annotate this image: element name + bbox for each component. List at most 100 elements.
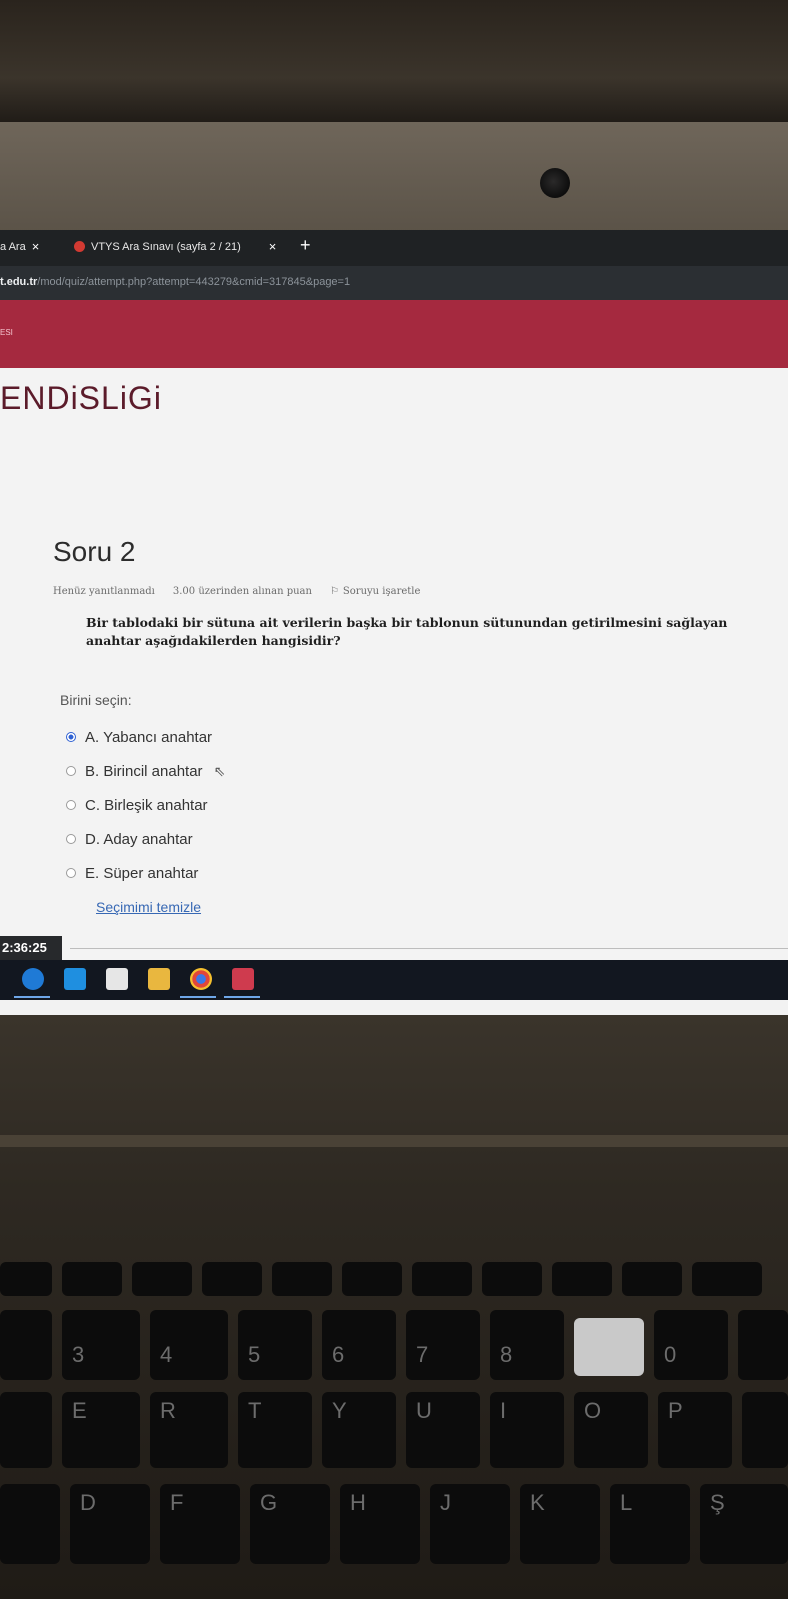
radio-button[interactable]	[66, 834, 76, 844]
active-indicator	[224, 996, 260, 998]
quiz-timer: 2:36:25	[0, 936, 62, 960]
question-points: 3.00 üzerinden alınan puan	[172, 586, 312, 597]
keyboard-key	[202, 1262, 262, 1296]
keyboard-key: K	[520, 1484, 600, 1564]
webcam	[540, 168, 570, 198]
keyboard-key	[0, 1484, 60, 1564]
option-label[interactable]: C. Birleşik anahtar	[85, 797, 208, 814]
mail-icon[interactable]	[64, 968, 86, 990]
radio-button[interactable]	[66, 800, 76, 810]
address-bar[interactable]: t.edu.tr/mod/quiz/attempt.php?attempt=44…	[0, 266, 788, 300]
clear-choice-link[interactable]: Seçimimi temizle	[96, 899, 201, 915]
keyboard-key: H	[340, 1484, 420, 1564]
keyboard-key: 0	[654, 1310, 728, 1380]
keyboard-key: R	[150, 1392, 228, 1468]
keyboard-key: 7	[406, 1310, 480, 1380]
keyboard-key: J	[430, 1484, 510, 1564]
keyboard-key: Y	[322, 1392, 396, 1468]
media-icon[interactable]	[232, 968, 254, 990]
header-text: ESI	[0, 328, 13, 337]
keyboard-key: D	[70, 1484, 150, 1564]
keyboard-key: P	[658, 1392, 732, 1468]
url-path: /mod/quiz/attempt.php?attempt=443279&cmi…	[37, 276, 351, 288]
option-label[interactable]: B. Birincil anahtar	[85, 763, 203, 780]
keyboard-key	[62, 1262, 122, 1296]
close-icon[interactable]: ×	[32, 239, 40, 254]
keyboard-key	[552, 1262, 612, 1296]
answer-option-a[interactable]: A. Yabancı anahtar	[66, 720, 225, 754]
key-label: 8	[500, 1342, 513, 1367]
keyboard-key: E	[62, 1392, 140, 1468]
key-label: R	[160, 1398, 176, 1423]
keyboard-key	[0, 1262, 52, 1296]
radio-button[interactable]	[66, 868, 76, 878]
key-label: F	[170, 1490, 184, 1515]
key-label: T	[248, 1398, 262, 1423]
keyboard-key	[342, 1262, 402, 1296]
keyboard-key	[692, 1262, 762, 1296]
browser-tab[interactable]: a Ara ×	[0, 239, 39, 254]
key-label: G	[260, 1490, 278, 1515]
keyboard-key: 5	[238, 1310, 312, 1380]
favicon-icon	[74, 241, 85, 252]
chrome-icon[interactable]	[190, 968, 212, 990]
answer-option-b[interactable]: B. Birincil anahtar ⇖	[66, 754, 225, 788]
question-status: Henüz yanıtlanmadı	[53, 586, 155, 597]
laptop-lid	[0, 122, 788, 232]
keyboard-edge	[0, 1135, 788, 1147]
keyboard-key	[0, 1392, 52, 1468]
folder-icon[interactable]	[148, 968, 170, 990]
key-label: 7	[416, 1342, 429, 1367]
key-label: J	[440, 1490, 451, 1515]
keyboard-key	[412, 1262, 472, 1296]
store-icon[interactable]	[106, 968, 128, 990]
keyboard-key	[742, 1392, 788, 1468]
windows-taskbar	[0, 960, 788, 1000]
keyboard-key: U	[406, 1392, 480, 1468]
keyboard-key	[272, 1262, 332, 1296]
key-label: E	[72, 1398, 87, 1423]
answer-options: A. Yabancı anahtar B. Birincil anahtar ⇖…	[66, 720, 225, 890]
key-label: K	[530, 1490, 545, 1515]
tab-label: VTYS Ara Sınavı (sayfa 2 / 21)	[91, 240, 241, 253]
option-label[interactable]: A. Yabancı anahtar	[85, 729, 212, 746]
flag-label: Soruyu işaretle	[342, 586, 421, 597]
keyboard-key	[738, 1310, 788, 1380]
keyboard-key: L	[610, 1484, 690, 1564]
key-label: D	[80, 1490, 96, 1515]
keyboard-key	[482, 1262, 542, 1296]
key-label: 3	[72, 1342, 85, 1367]
key-label: P	[668, 1398, 683, 1423]
mouse-pointer-icon: ⇖	[213, 762, 226, 779]
browser-tab-active[interactable]: VTYS Ara Sınavı (sayfa 2 / 21) ×	[74, 239, 276, 254]
option-label[interactable]: E. Süper anahtar	[85, 865, 198, 882]
url-domain: t.edu.tr	[0, 276, 38, 288]
browser-tabbar: a Ara × VTYS Ara Sınavı (sayfa 2 / 21) ×…	[0, 230, 788, 266]
radio-button[interactable]	[66, 766, 76, 776]
question-title: Soru 2	[53, 536, 136, 567]
question-text: Bir tablodaki bir sütuna ait verilerin b…	[86, 615, 728, 648]
divider	[70, 948, 788, 949]
flag-question-link[interactable]: ⚐ Soruyu işaretle	[330, 586, 420, 597]
keyboard-key: F	[160, 1484, 240, 1564]
option-label[interactable]: D. Aday anahtar	[85, 831, 193, 848]
close-icon[interactable]: ×	[269, 239, 277, 254]
keyboard-key: I	[490, 1392, 564, 1468]
keyboard-key	[132, 1262, 192, 1296]
key-label: O	[584, 1398, 602, 1423]
radio-button-checked[interactable]	[66, 732, 76, 742]
new-tab-button[interactable]: +	[300, 235, 311, 256]
keyboard-key: T	[238, 1392, 312, 1468]
laptop-screen: a Ara × VTYS Ara Sınavı (sayfa 2 / 21) ×…	[0, 230, 788, 1015]
answer-option-c[interactable]: C. Birleşik anahtar	[66, 788, 225, 822]
flag-icon: ⚐	[329, 586, 339, 597]
keyboard-key-lit	[574, 1318, 644, 1376]
key-label: 0	[664, 1342, 677, 1367]
answer-option-e[interactable]: E. Süper anahtar	[66, 856, 225, 890]
keyboard-key: O	[574, 1392, 648, 1468]
keyboard-key: G	[250, 1484, 330, 1564]
answer-option-d[interactable]: D. Aday anahtar	[66, 822, 225, 856]
quiz-page: ENDiSLiGi Soru 2 Henüz yanıtlanmadı 3.00…	[0, 368, 788, 960]
edge-icon[interactable]	[22, 968, 44, 990]
keyboard-key	[622, 1262, 682, 1296]
